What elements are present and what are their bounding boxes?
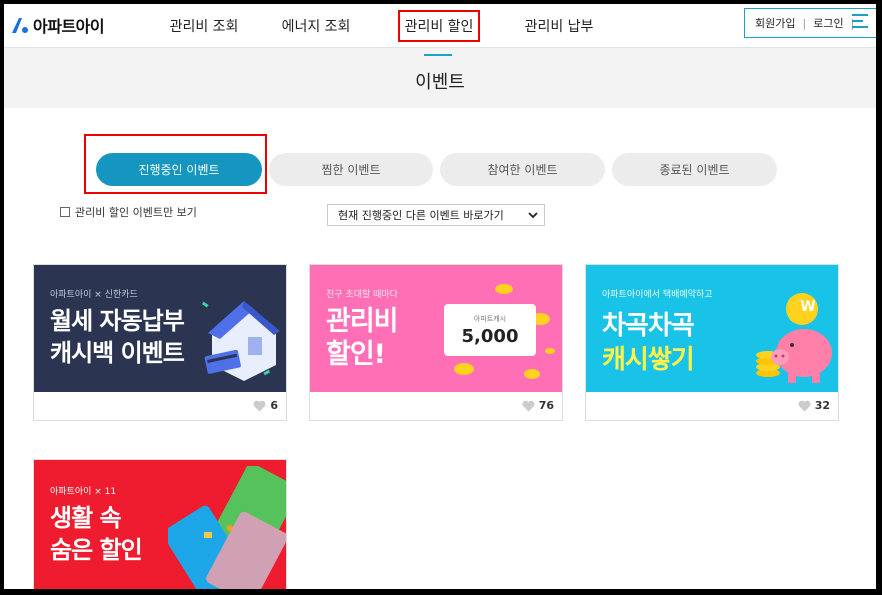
cash-amount-card: 아파트캐시 5,000: [444, 304, 536, 356]
tab-highlight-box: [84, 134, 267, 194]
nav-bill-payment[interactable]: 관리비 납부: [509, 4, 609, 48]
quick-event-select-value: 현재 진행중인 다른 이벤트 바로가기: [338, 209, 504, 222]
like-button[interactable]: 32: [798, 399, 830, 412]
divider: |: [802, 16, 807, 30]
logo[interactable]: 아파트아이: [10, 12, 105, 38]
banner-headline-line2: 캐시쌓기: [602, 345, 695, 375]
hamburger-menu-icon[interactable]: [852, 14, 868, 28]
tab-ended-events[interactable]: 종료된 이벤트: [612, 153, 777, 186]
event-banner: 아파트아이 × 신한카드 월세 자동납부 캐시백 이벤트: [34, 265, 286, 392]
event-card-life-discount[interactable]: 아파트아이 × 11 생활 속 숨은 할인: [33, 459, 287, 589]
signup-link[interactable]: 회원가입: [755, 15, 795, 31]
event-card-friend-invite[interactable]: 친구 초대할 때마다 관리비 할인! 아파트캐시 5,000 76: [309, 264, 563, 421]
logo-text: 아파트아이: [33, 17, 105, 36]
nav-bill-inquiry[interactable]: 관리비 조회: [154, 4, 254, 48]
chevron-down-icon: [528, 212, 538, 219]
event-banner: 아파트아이 × 11 생활 속 숨은 할인: [34, 460, 286, 589]
heart-icon: [253, 400, 266, 411]
logo-icon: [12, 18, 28, 33]
heart-icon: [798, 400, 811, 411]
page-title: 이벤트: [415, 72, 465, 93]
title-band: 이벤트: [4, 48, 876, 108]
tab-joined-events[interactable]: 참여한 이벤트: [440, 153, 605, 186]
cash-caption: 아파트캐시: [473, 315, 507, 323]
like-count: 6: [270, 399, 278, 412]
banner-caption: 친구 초대할 때마다: [326, 290, 398, 300]
discount-only-label: 관리비 할인 이벤트만 보기: [75, 206, 197, 219]
event-card-meta: 6: [34, 393, 286, 420]
cash-amount: 5,000: [461, 326, 519, 347]
banner-caption: 아파트아이에서 택배예약하고: [602, 290, 713, 300]
event-card-meta: 76: [310, 393, 562, 420]
event-card-meta: 32: [586, 393, 838, 420]
like-button[interactable]: 6: [253, 399, 278, 412]
like-count: 32: [814, 399, 830, 412]
house-card-illustration: [202, 301, 280, 381]
event-banner: 친구 초대할 때마다 관리비 할인! 아파트캐시 5,000: [310, 265, 562, 392]
coin-letter: W: [800, 299, 816, 315]
quick-event-select[interactable]: 현재 진행중인 다른 이벤트 바로가기: [327, 204, 545, 226]
discount-filter[interactable]: 관리비 할인 이벤트만 보기: [60, 204, 197, 220]
banner-headline: 월세 자동납부 캐시백 이벤트: [50, 307, 185, 367]
credit-cards-illustration: [168, 466, 286, 589]
title-accent-bar: [424, 54, 452, 56]
event-card-rent-cashback[interactable]: 아파트아이 × 신한카드 월세 자동납부 캐시백 이벤트 6: [33, 264, 287, 421]
banner-headline: 관리비 할인!: [326, 306, 399, 370]
banner-headline: 생활 속 숨은 할인: [50, 504, 143, 564]
like-count: 76: [538, 399, 554, 412]
banner-caption: 아파트아이 × 11: [50, 487, 117, 497]
discount-only-checkbox[interactable]: [60, 207, 70, 217]
nav-highlight-box: [398, 10, 480, 42]
top-header: 아파트아이 관리비 조회 에너지 조회 관리비 할인 관리비 납부 회원가입 |…: [4, 4, 876, 48]
event-banner: 아파트아이에서 택배예약하고 차곡차곡 캐시쌓기 W: [586, 265, 838, 392]
login-link[interactable]: 로그인: [813, 15, 843, 31]
heart-icon: [522, 400, 535, 411]
event-card-parcel-cash[interactable]: 아파트아이에서 택배예약하고 차곡차곡 캐시쌓기 W 32: [585, 264, 839, 421]
like-button[interactable]: 76: [522, 399, 554, 412]
app-frame: 아파트아이 관리비 조회 에너지 조회 관리비 할인 관리비 납부 회원가입 |…: [4, 4, 876, 589]
banner-caption: 아파트아이 × 신한카드: [50, 290, 138, 300]
tab-saved-events[interactable]: 찜한 이벤트: [269, 153, 433, 186]
nav-energy-inquiry[interactable]: 에너지 조회: [266, 4, 366, 48]
banner-headline-line1: 차곡차곡: [602, 311, 695, 341]
